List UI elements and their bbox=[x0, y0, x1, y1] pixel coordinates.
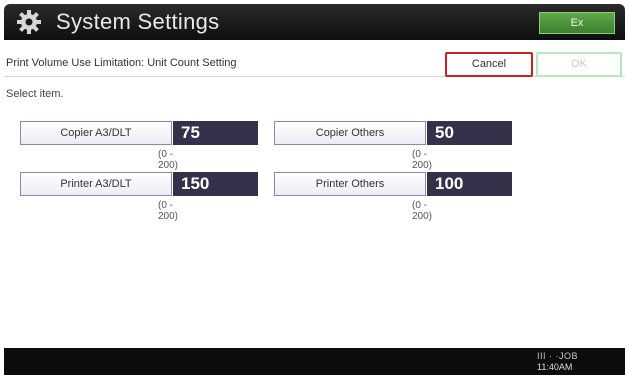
exit-button[interactable]: Ex bbox=[539, 12, 615, 34]
setting-label-printer-a3dlt[interactable]: Printer A3/DLT bbox=[20, 172, 172, 196]
setting-range: (0 - 200) bbox=[158, 149, 179, 171]
setting-label-printer-others[interactable]: Printer Others bbox=[274, 172, 426, 196]
gear-icon bbox=[17, 10, 41, 34]
setting-label-copier-a3dlt[interactable]: Copier A3/DLT bbox=[20, 121, 172, 145]
setting-range: (0 - 200) bbox=[158, 200, 179, 222]
setting-value-copier-others[interactable]: 50 bbox=[427, 121, 512, 145]
setting-value-copier-a3dlt[interactable]: 75 bbox=[173, 121, 258, 145]
clock: 11:40AM bbox=[537, 362, 573, 372]
setting-title: Print Volume Use Limitation: Unit Count … bbox=[6, 57, 237, 69]
instruction-text: Select item. bbox=[6, 88, 64, 100]
sub-header: Print Volume Use Limitation: Unit Count … bbox=[4, 52, 625, 77]
screen: System Settings Ex Print Volume Use Limi… bbox=[0, 0, 629, 375]
setting-label-copier-others[interactable]: Copier Others bbox=[274, 121, 426, 145]
setting-value-printer-others[interactable]: 100 bbox=[427, 172, 512, 196]
footer-bar: III · ·JOB 11:40AM bbox=[4, 348, 625, 375]
title-bar: System Settings Ex bbox=[4, 4, 625, 40]
ok-button[interactable]: OK bbox=[536, 52, 622, 77]
setting-range: (0 - 200) bbox=[412, 200, 433, 222]
page-title: System Settings bbox=[56, 9, 220, 34]
status-indicators: III · ·JOB bbox=[537, 351, 578, 361]
cancel-button[interactable]: Cancel bbox=[445, 52, 533, 77]
setting-range: (0 - 200) bbox=[412, 149, 433, 171]
setting-value-printer-a3dlt[interactable]: 150 bbox=[173, 172, 258, 196]
